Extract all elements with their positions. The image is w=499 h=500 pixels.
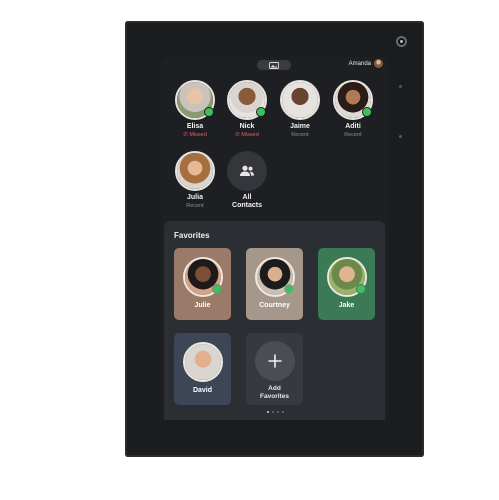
page-dot	[277, 411, 279, 413]
status-bar: Amanda	[161, 57, 388, 73]
avatar	[175, 80, 215, 120]
call-status: Recent	[344, 132, 362, 138]
online-indicator	[362, 107, 372, 117]
sensor-dot	[399, 85, 402, 88]
contact-jaime[interactable]: Jaime Recent	[274, 80, 326, 139]
avatar	[374, 59, 383, 68]
favorite-courtney[interactable]: Courtney	[246, 248, 303, 320]
avatar	[182, 257, 223, 297]
image-icon	[269, 61, 279, 69]
user-menu[interactable]: Amanda	[349, 59, 383, 68]
avatar	[175, 151, 215, 191]
camera-icon	[396, 36, 407, 47]
favorite-david[interactable]: David	[174, 333, 231, 405]
call-status: Recent	[291, 132, 309, 138]
favorite-jake[interactable]: Jake	[318, 248, 375, 320]
page-indicator[interactable]	[267, 411, 284, 413]
favorite-name: Julie	[194, 302, 211, 309]
online-indicator	[256, 107, 266, 117]
contact-name: Julia	[187, 194, 203, 201]
page-dot	[282, 411, 284, 413]
contact-aditi[interactable]: Aditi Recent	[327, 80, 379, 139]
screen: Amanda Elisa ✆ Missed Nick ✆ Missed Jaim…	[161, 57, 388, 420]
online-indicator	[355, 284, 366, 294]
sensor-dot	[399, 135, 402, 138]
contact-name: Jaime	[290, 123, 310, 130]
page-dot	[272, 411, 274, 413]
contacts-icon	[240, 165, 254, 176]
avatar	[227, 80, 267, 120]
add-favorites-label: Add Favorites	[260, 385, 289, 400]
avatar	[254, 257, 295, 297]
favorite-name: Jake	[338, 302, 355, 309]
plus-icon	[267, 354, 282, 368]
avatar	[280, 80, 320, 120]
online-indicator	[204, 107, 214, 117]
camera-toggle-button[interactable]	[257, 60, 291, 70]
online-indicator	[283, 284, 294, 294]
avatar	[326, 257, 367, 297]
contact-name: Nick	[239, 123, 255, 130]
call-status: ✆ Missed	[183, 132, 207, 138]
avatar	[333, 80, 373, 120]
favorites-panel: Favorites Julie Courtney Jake David Add …	[164, 221, 385, 420]
avatar	[182, 342, 223, 382]
contact-elisa[interactable]: Elisa ✆ Missed	[169, 80, 221, 139]
favorite-julie[interactable]: Julie	[174, 248, 231, 320]
contact-name: Aditi	[345, 123, 361, 130]
call-status: ✆ Missed	[235, 132, 259, 138]
favorite-name: Courtney	[259, 302, 290, 309]
contact-nick[interactable]: Nick ✆ Missed	[221, 80, 273, 139]
favorites-title: Favorites	[174, 231, 210, 240]
contact-name: Elisa	[186, 123, 204, 130]
page-dot	[267, 411, 269, 413]
all-contacts-label: All Contacts	[232, 194, 262, 209]
all-contacts-button[interactable]: All Contacts	[221, 151, 273, 210]
favorite-name: David	[192, 387, 213, 394]
call-status: Recent	[186, 203, 204, 209]
contact-julia[interactable]: Julia Recent	[169, 151, 221, 210]
online-indicator	[211, 284, 222, 294]
add-favorites-button[interactable]: Add Favorites	[246, 333, 303, 405]
user-name: Amanda	[348, 60, 371, 67]
